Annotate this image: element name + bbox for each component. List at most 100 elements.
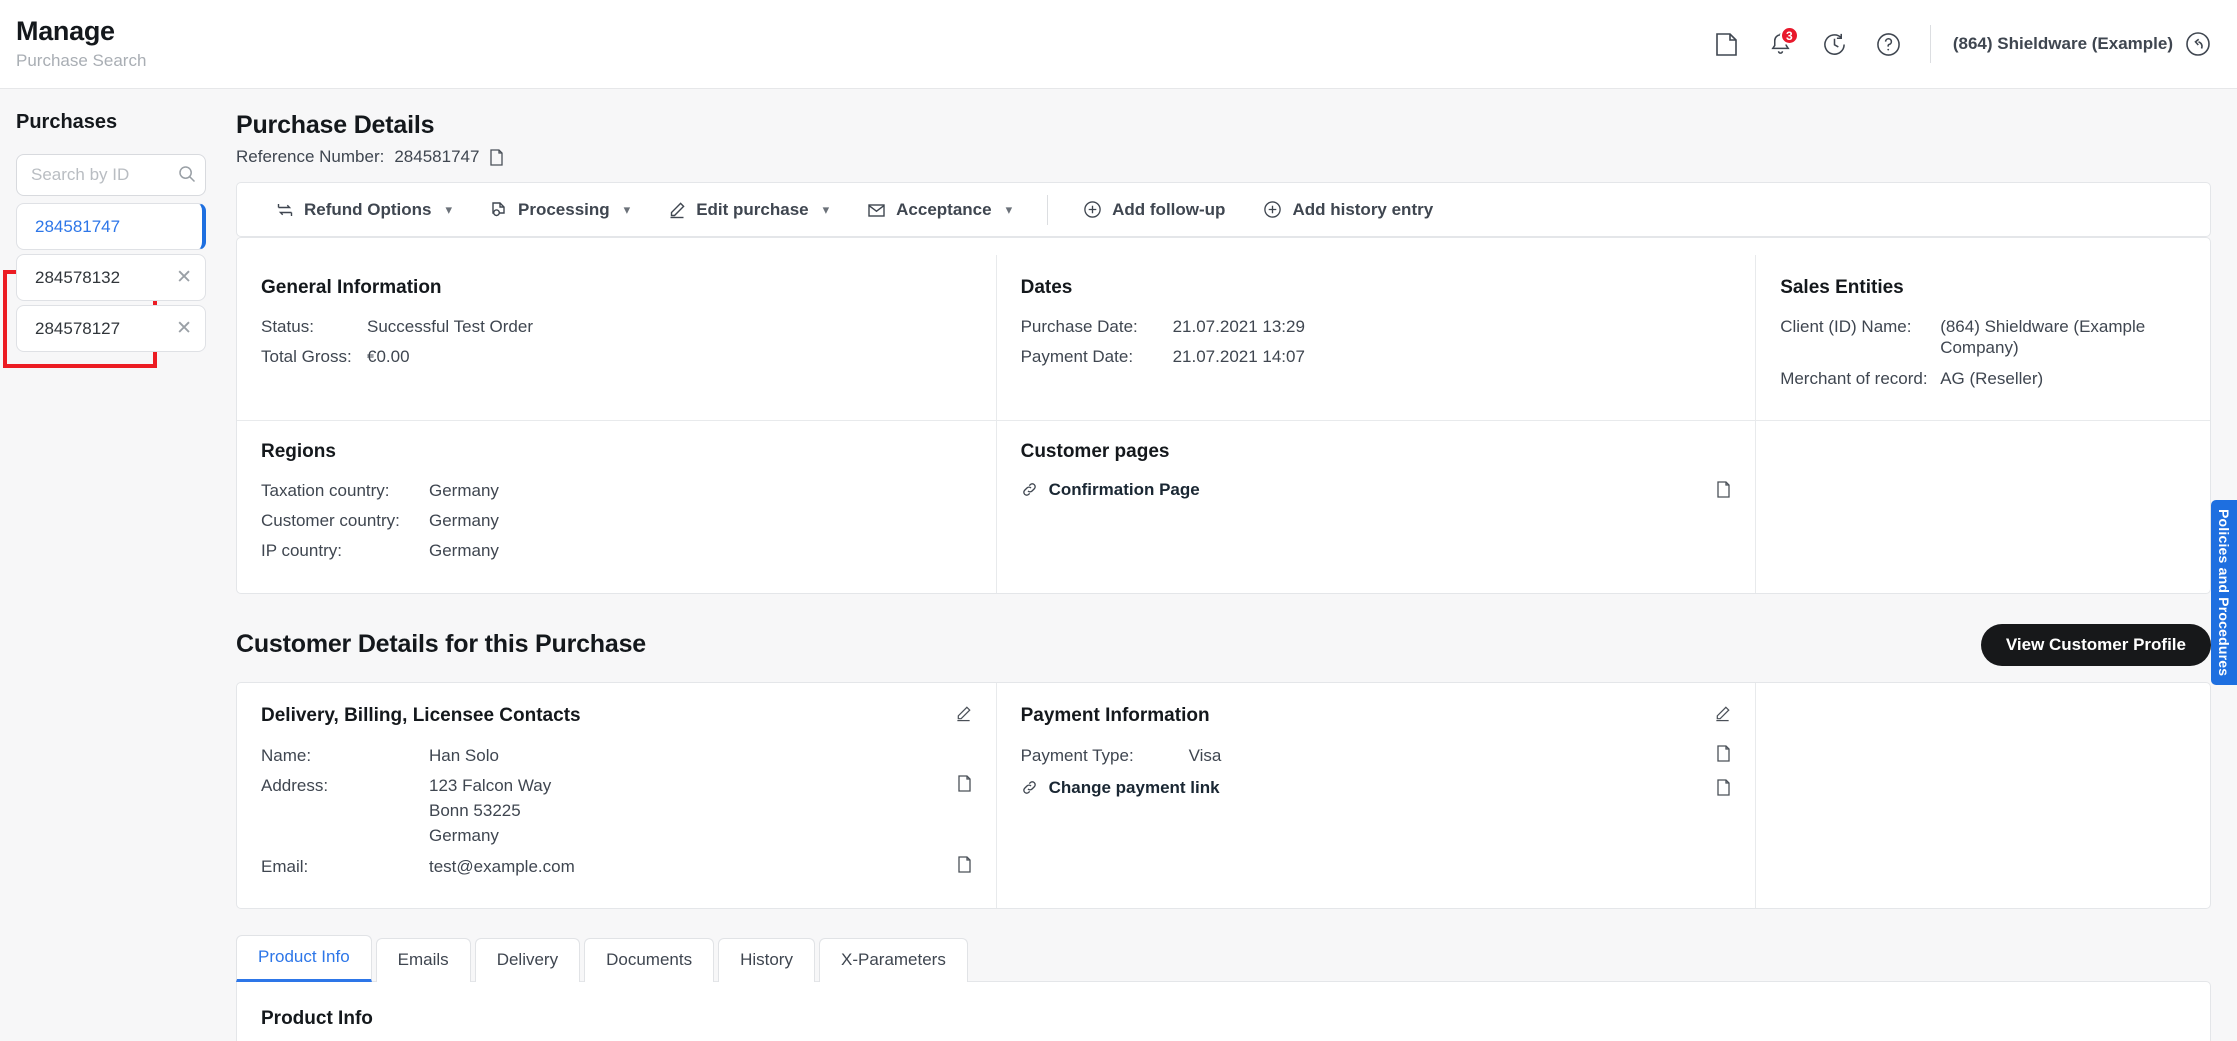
purchase-id-label: 284578132 [35, 267, 121, 287]
info-row: Taxation country: Germany [261, 480, 972, 501]
row-label: Customer country: [261, 511, 400, 530]
link-label: Confirmation Page [1048, 479, 1200, 499]
copy-icon[interactable] [1716, 481, 1731, 498]
row-value: 21.07.2021 13:29 [1172, 317, 1305, 336]
detail-tabs: Product Info Emails Delivery Documents H… [236, 934, 2211, 982]
tab-delivery[interactable]: Delivery [474, 937, 581, 982]
close-icon[interactable]: ✕ [176, 268, 192, 287]
toolbar-label: Refund Options [304, 199, 432, 219]
info-row: IP country: Germany [261, 540, 972, 561]
contact-address-row: Address: 123 Falcon Way Bonn 53225 Germa… [261, 775, 972, 847]
row-value: (864) Shieldware (Example Company) [1940, 317, 2146, 358]
payment-type-row: Payment Type: Visa [1021, 744, 1732, 766]
toolbar-label: Processing [518, 199, 610, 219]
customer-details-header: Customer Details for this Purchase View … [236, 623, 2211, 666]
row-value: 123 Falcon Way Bonn 53225 Germany [429, 775, 551, 847]
edit-pencil-icon[interactable] [955, 705, 972, 722]
app-header: Manage Purchase Search 3 (864) Shieldwar… [0, 0, 2237, 89]
address-line-2: Bonn 53225 [429, 801, 521, 820]
link-chain-icon [1021, 779, 1038, 796]
row-value: Germany [429, 480, 499, 500]
reference-label: Reference Number: [236, 147, 385, 166]
search-icon[interactable] [178, 165, 196, 183]
section-heading: General Information [261, 277, 442, 298]
edit-purchase-button[interactable]: Edit purchase ▾ [649, 183, 848, 236]
row-label: Email: [261, 856, 309, 876]
header-actions: 3 (864) Shieldware (Example) [1700, 17, 2211, 71]
address-line-1: 123 Falcon Way [429, 775, 552, 795]
purchase-info-card: General Information Status: Successful T… [236, 237, 2211, 594]
empty-panel [1756, 683, 2210, 908]
processing-icon [490, 201, 508, 219]
link-chain-icon [1021, 481, 1038, 498]
copy-icon[interactable] [1716, 779, 1731, 796]
section-heading: Dates [1020, 277, 1073, 298]
app-title: Manage [16, 16, 115, 47]
purchase-id-item-284581747[interactable]: 284581747 [16, 203, 206, 250]
row-value: test@example.com [429, 856, 575, 876]
account-menu[interactable]: (864) Shieldware (Example) [1953, 31, 2211, 57]
tab-product-info[interactable]: Product Info [236, 934, 372, 982]
row-label: Merchant of record: [1780, 368, 1928, 388]
row-label: Name: [261, 745, 312, 765]
header-divider [1929, 25, 1931, 63]
tab-label: Emails [397, 950, 449, 970]
purchase-id-label: 284578127 [35, 318, 121, 338]
copy-icon[interactable] [1716, 744, 1731, 766]
info-row: Customer country: Germany [261, 510, 972, 531]
add-history-entry-button[interactable]: Add history entry [1244, 183, 1452, 236]
acceptance-button[interactable]: Acceptance ▾ [848, 183, 1031, 236]
tab-label: Product Info [258, 947, 350, 967]
info-row: Client (ID) Name: (864) Shieldware (Exam… [1780, 316, 2186, 359]
chevron-down-icon: ▾ [822, 201, 830, 217]
logout-back-icon[interactable] [2185, 31, 2211, 57]
confirmation-page-row: Confirmation Page [1021, 480, 1732, 500]
change-payment-link[interactable]: Change payment link [1021, 778, 1220, 798]
tab-x-parameters[interactable]: X-Parameters [818, 937, 968, 982]
row-value: 21.07.2021 14:07 [1172, 347, 1305, 367]
help-circle-icon[interactable] [1862, 17, 1916, 71]
refund-options-button[interactable]: Refund Options ▾ [257, 183, 471, 236]
policies-and-procedures-tab[interactable]: Policies and Procedures [2211, 500, 2237, 685]
tab-history[interactable]: History [718, 937, 815, 982]
reference-line: Reference Number: 284581747 [236, 147, 2211, 167]
plus-circle-icon [1263, 200, 1282, 219]
copy-icon[interactable] [489, 148, 504, 166]
confirmation-page-link[interactable]: Confirmation Page [1021, 480, 1200, 500]
history-clock-icon[interactable] [1808, 17, 1862, 71]
note-icon[interactable] [1700, 17, 1754, 71]
info-row-bottom: Regions Taxation country: Germany Custom… [237, 419, 2210, 593]
tab-panel: Product Info [236, 980, 2211, 1041]
copy-icon[interactable] [957, 855, 972, 877]
copy-icon[interactable] [957, 775, 972, 847]
tab-documents[interactable]: Documents [584, 937, 715, 982]
purchase-id-item-284578127[interactable]: 284578127 ✕ [16, 305, 206, 352]
link-label: Change payment link [1048, 777, 1220, 797]
row-label: Total Gross: [261, 347, 352, 367]
contacts-panel: Delivery, Billing, Licensee Contacts Nam… [237, 682, 997, 908]
row-value: Successful Test Order [367, 317, 533, 336]
section-heading: Regions [261, 440, 336, 462]
section-heading: Sales Entities [1780, 277, 1904, 298]
add-follow-up-button[interactable]: Add follow-up [1064, 183, 1244, 236]
section-heading: Payment Information [1020, 704, 1210, 726]
purchase-id-item-284578132[interactable]: 284578132 ✕ [16, 254, 206, 301]
tab-emails[interactable]: Emails [375, 937, 471, 982]
edit-pencil-icon[interactable] [1714, 705, 1731, 722]
row-label: Taxation country: [261, 480, 390, 500]
toolbar-divider [1047, 194, 1049, 225]
customer-pages-panel: Customer pages Confirmation Page [997, 420, 1757, 593]
close-icon[interactable]: ✕ [176, 319, 192, 338]
toolbar-label: Add history entry [1292, 199, 1434, 219]
processing-button[interactable]: Processing ▾ [471, 183, 649, 236]
chevron-down-icon: ▾ [445, 201, 453, 217]
row-label: Purchase Date: [1020, 317, 1138, 336]
sales-entities-panel: Sales Entities Client (ID) Name: (864) S… [1756, 255, 2210, 420]
view-customer-profile-button[interactable]: View Customer Profile [1980, 623, 2211, 666]
row-label: Client (ID) Name: [1780, 317, 1912, 336]
row-label: Address: [261, 775, 329, 795]
row-value: Han Solo [429, 745, 499, 765]
bell-icon[interactable]: 3 [1754, 17, 1808, 71]
contact-email-row: Email: test@example.com [261, 855, 972, 877]
toolbar-label: Acceptance [896, 199, 992, 219]
